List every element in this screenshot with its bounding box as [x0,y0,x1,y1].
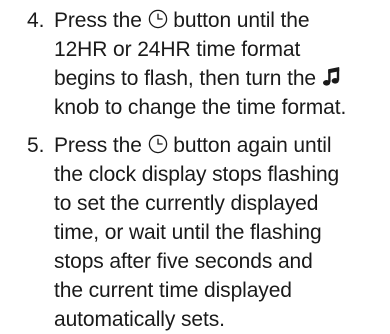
step-line: to set the currently displayed [54,192,319,215]
step-text: button until the [167,9,310,32]
step-number: 4. [27,9,45,32]
step-line: stops after five seconds and [54,250,313,273]
step-line: the current time displayed [54,279,292,302]
step-4: 4. Press the button until the 12HR or 24… [0,0,390,122]
step-text: Press the [54,134,148,157]
step-line: Press the button again until [54,131,390,160]
step-line: Press the button until the [54,6,390,35]
step-5: 5. Press the button again until the cloc… [0,131,390,334]
step-line: the clock display stops flashing [54,163,340,186]
step-line: 12HR or 24HR time format [54,38,301,61]
step-text: begins to flash, then turn the [54,67,322,90]
step-line: time, or wait until the flashing [54,221,322,244]
step-line: begins to flash, then turn the [54,64,390,93]
step-number: 5. [27,134,45,157]
step-text: button again until [167,134,332,157]
music-note-icon [322,67,339,86]
step-line: automatically sets. [54,308,225,331]
step-line: knob to change the time format. [54,96,347,119]
step-text: Press the [54,9,148,32]
clock-icon [148,9,167,29]
instruction-steps: 4. Press the button until the 12HR or 24… [0,0,390,334]
clock-icon [148,134,167,154]
